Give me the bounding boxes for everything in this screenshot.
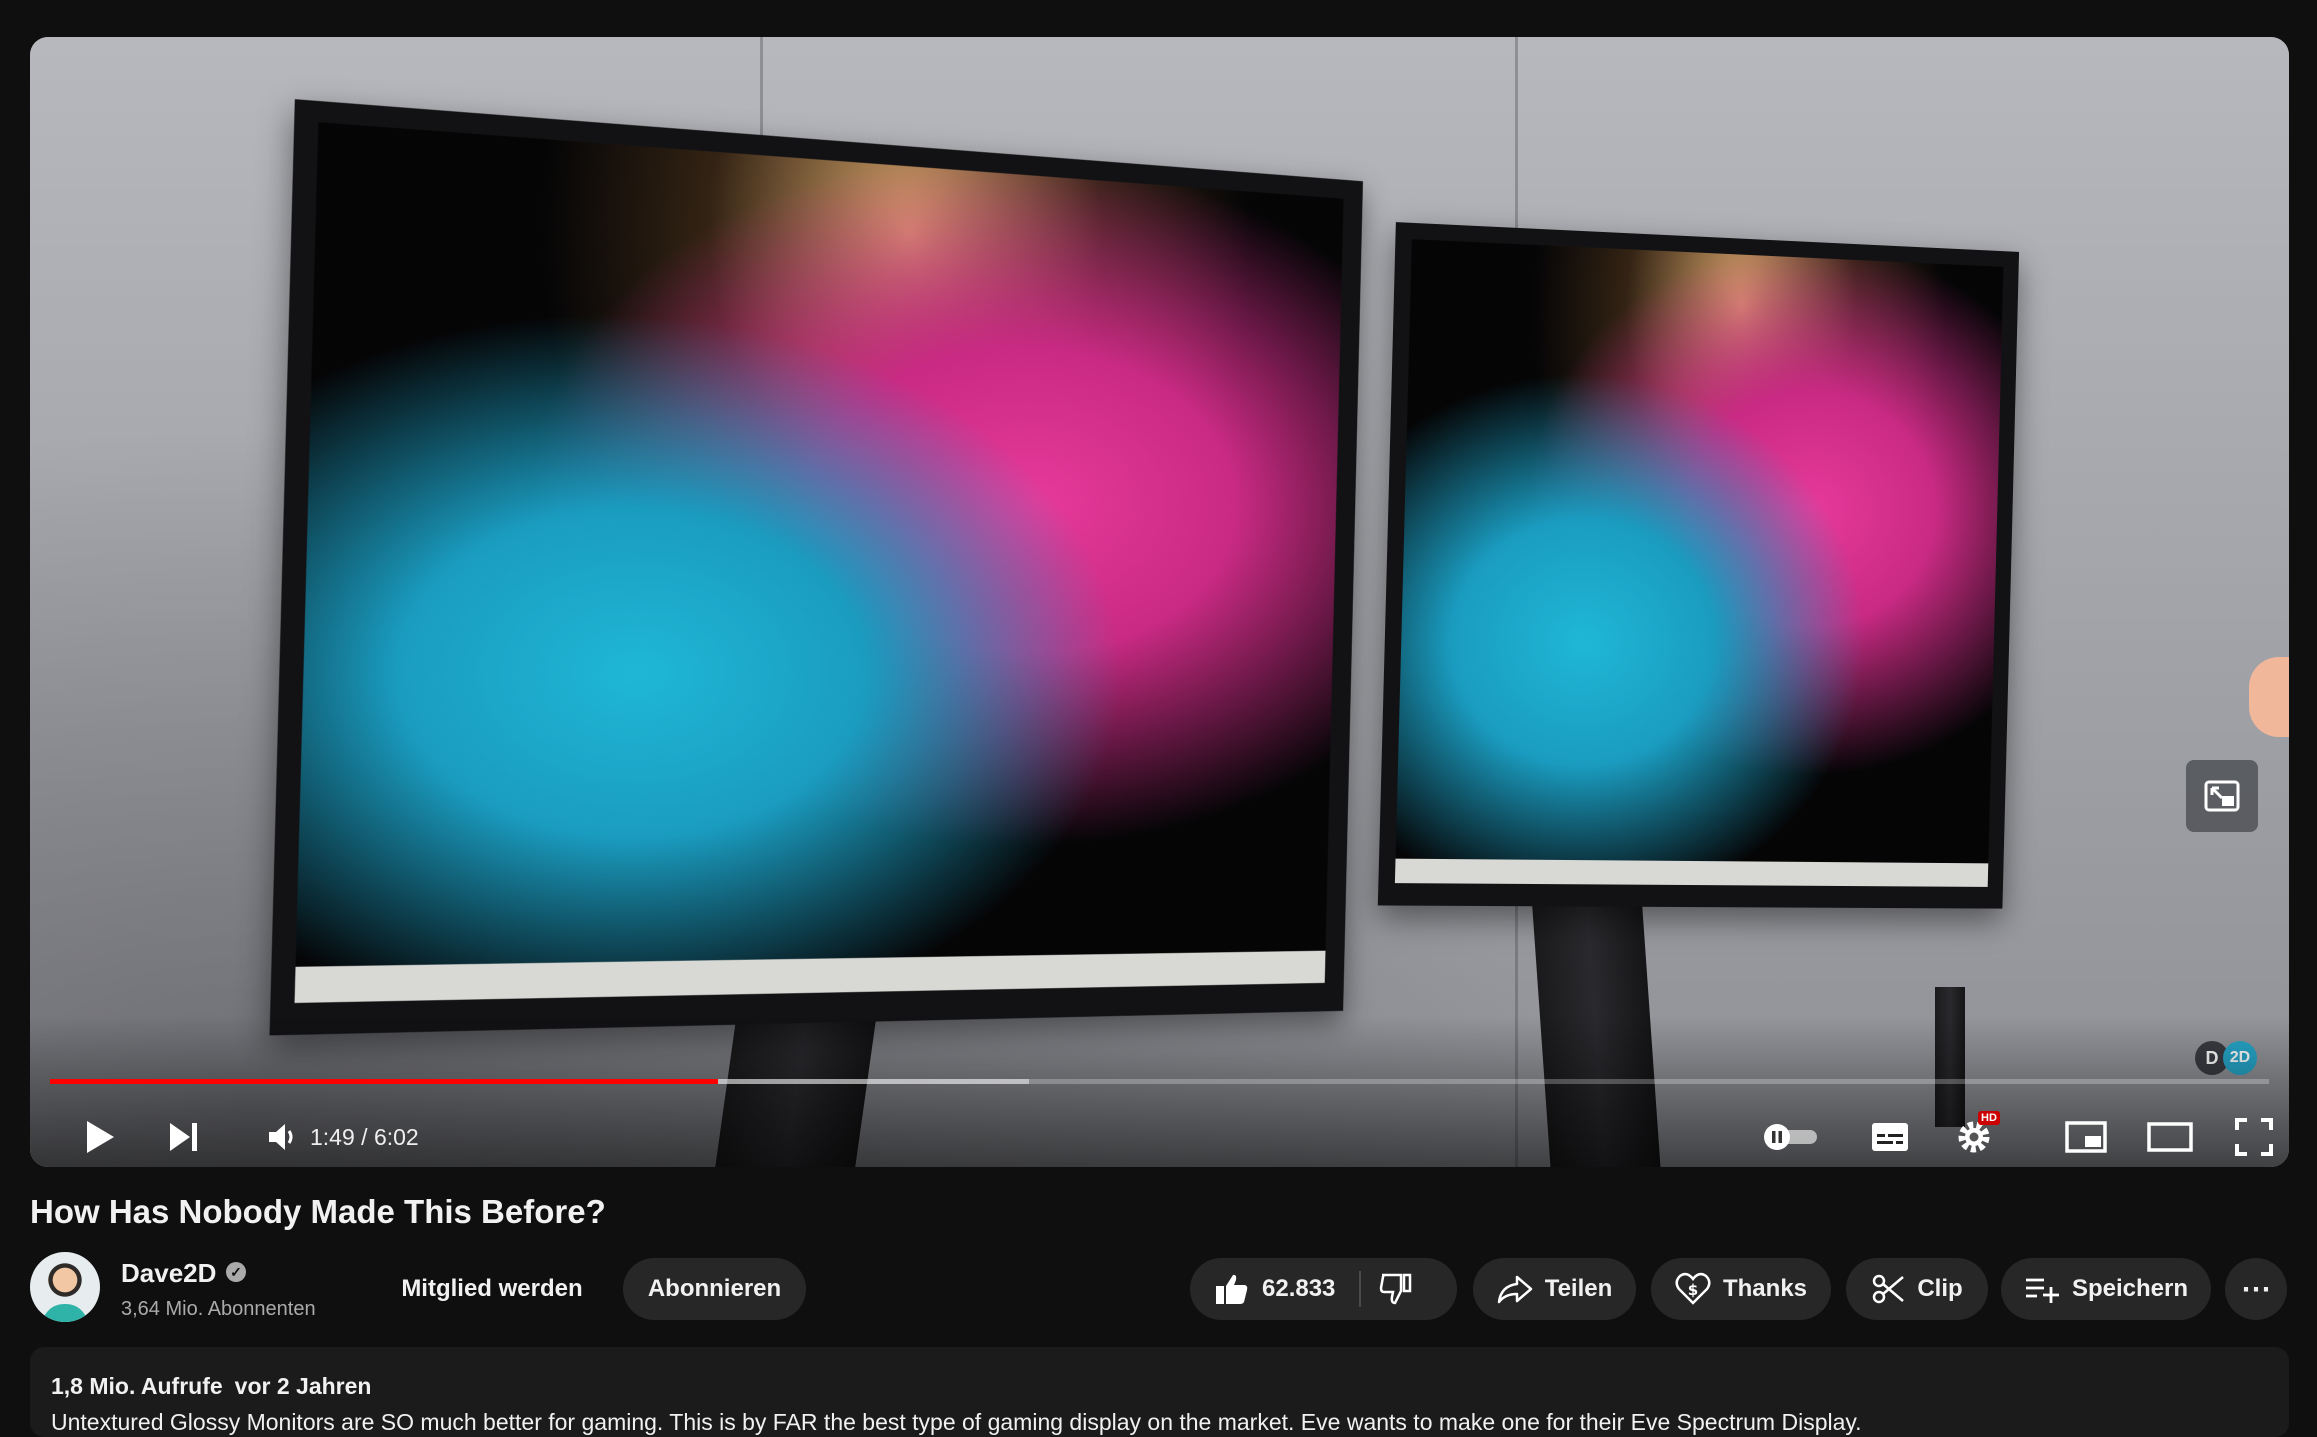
theater-button[interactable] [2140, 1107, 2200, 1167]
pip-expand-icon [2204, 780, 2240, 812]
channel-name[interactable]: Dave2D [121, 1258, 216, 1289]
like-divider [1359, 1271, 1362, 1307]
thanks-button-label: Thanks [1722, 1275, 1808, 1302]
join-button-label: Mitglied werden [401, 1275, 583, 1302]
save-button-label: Speichern [2071, 1275, 2189, 1302]
like-dislike-group[interactable]: 62.833 [1190, 1258, 1457, 1320]
time-total: 6:02 [373, 1124, 419, 1150]
miniplayer-button[interactable] [2056, 1107, 2116, 1167]
share-button[interactable]: Teilen [1473, 1258, 1636, 1320]
thanks-icon: $ [1675, 1272, 1711, 1306]
scissors-icon [1871, 1273, 1905, 1305]
like-icon[interactable] [1214, 1272, 1250, 1306]
svg-text:$: $ [1688, 1281, 1698, 1299]
video-frame [30, 37, 2289, 1167]
volume-button[interactable] [252, 1107, 312, 1167]
settings-button[interactable]: HD [1944, 1107, 2004, 1167]
monitor-right-screen [1394, 239, 2004, 887]
autoplay-toggle-icon [1764, 1124, 1817, 1150]
volume-icon [269, 1124, 293, 1150]
monitor-left-taskbar [294, 950, 1326, 1003]
theater-icon [2147, 1122, 2193, 1152]
like-count: 62.833 [1262, 1275, 1336, 1302]
subscribe-button-label: Abonnieren [647, 1275, 782, 1302]
subscribe-button[interactable]: Abonnieren [623, 1258, 806, 1320]
play-icon [87, 1121, 114, 1153]
description-meta: 1,8 Mio. Aufrufe vor 2 Jahren [51, 1373, 371, 1400]
dislike-icon[interactable] [1379, 1273, 1413, 1305]
playlist-add-icon [2024, 1275, 2060, 1303]
view-count: 1,8 Mio. Aufrufe [51, 1373, 223, 1399]
video-title: How Has Nobody Made This Before? [30, 1193, 606, 1230]
monitor-right-taskbar [1394, 858, 1989, 887]
progress-bar[interactable] [50, 1079, 2269, 1084]
next-button[interactable] [154, 1107, 214, 1167]
clip-button-label: Clip [1917, 1275, 1963, 1302]
next-icon [170, 1123, 197, 1151]
pip-expand-button[interactable] [2186, 760, 2258, 832]
subtitles-icon [1872, 1123, 1908, 1151]
monitor-right [1377, 222, 2020, 909]
play-button[interactable] [70, 1107, 130, 1167]
presenter-hand [2249, 657, 2289, 737]
more-actions-button[interactable]: ⋯ [2225, 1258, 2287, 1320]
fullscreen-button[interactable] [2224, 1107, 2284, 1167]
upload-age: vor 2 Jahren [234, 1373, 372, 1399]
description-box[interactable]: 1,8 Mio. Aufrufe vor 2 Jahren Untextured … [30, 1347, 2289, 1437]
join-button[interactable]: Mitglied werden [376, 1258, 608, 1320]
clip-button[interactable]: Clip [1846, 1258, 1988, 1320]
autoplay-toggle[interactable] [1756, 1111, 1826, 1163]
share-icon [1497, 1274, 1533, 1304]
miniplayer-icon [2065, 1121, 2107, 1153]
thanks-button[interactable]: $ Thanks [1651, 1258, 1831, 1320]
avatar-shirt [42, 1304, 88, 1322]
share-button-label: Teilen [1544, 1275, 1613, 1302]
more-icon: ⋯ [2241, 1272, 2271, 1306]
monitor-left-screen [294, 122, 1344, 1003]
progress-played [50, 1079, 718, 1084]
fullscreen-icon [2235, 1118, 2273, 1156]
monitor-left [269, 99, 1363, 1036]
time-current: 1:49 [310, 1124, 355, 1150]
time-separator: / [354, 1124, 374, 1150]
save-button[interactable]: Speichern [2001, 1258, 2211, 1320]
time-display: 1:49 / 6:02 [310, 1124, 419, 1151]
video-player[interactable]: D 2D 1:49 / 6:02 HD [30, 37, 2289, 1167]
subscriber-count: 3,64 Mio. Abonnenten [121, 1298, 316, 1320]
subtitles-button[interactable] [1860, 1107, 1920, 1167]
hd-badge: HD [1978, 1111, 2000, 1125]
verified-icon: ✓ [226, 1262, 246, 1282]
channel-avatar[interactable] [30, 1252, 100, 1322]
description-text: Untextured Glossy Monitors are SO much b… [51, 1409, 1862, 1435]
